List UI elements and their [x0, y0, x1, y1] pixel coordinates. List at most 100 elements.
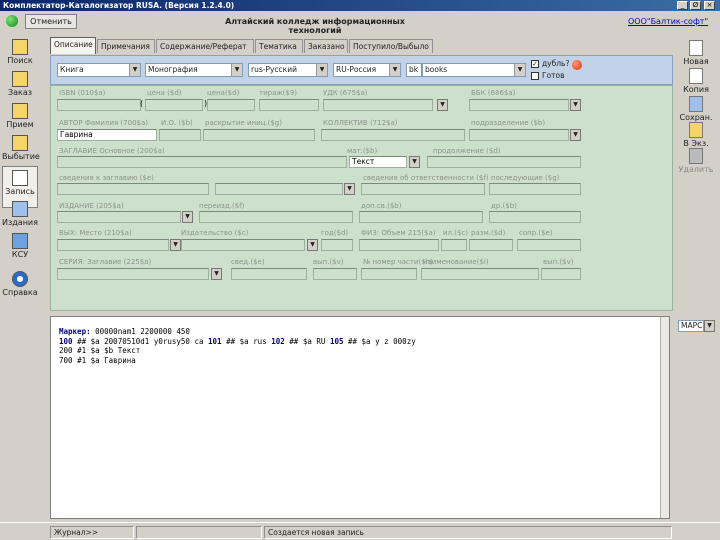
- country-select[interactable]: RU-Россия ▼: [333, 63, 401, 77]
- toolbar-label: Удалить: [678, 165, 714, 174]
- tab-received[interactable]: Поступило/Выбыло: [349, 39, 433, 53]
- vendor-link[interactable]: ООО"Балтик-софт": [628, 17, 708, 26]
- close-button[interactable]: ×: [704, 1, 715, 10]
- marc-scrollbar[interactable]: [660, 317, 669, 518]
- marc-line: 100 ## $a 20070510d1 y0rusy50 ca 101 ## …: [59, 336, 416, 346]
- tab-subjects[interactable]: Тематика: [255, 39, 303, 53]
- reading-field[interactable]: [203, 129, 315, 141]
- series-part-field[interactable]: [361, 268, 417, 280]
- chevron-down-icon[interactable]: ▼: [129, 64, 140, 76]
- folder-receive-icon: [12, 103, 28, 119]
- parallel-dropdown[interactable]: ▼: [344, 183, 355, 195]
- sidebar-item-ksu[interactable]: КСУ: [2, 230, 38, 272]
- pages-label: ФИЗ: Объем 215($a): [361, 229, 436, 237]
- edition-info-label: доп.св.($b): [361, 202, 402, 210]
- title-label: ЗАГЛАВИЕ Основное (200$a): [59, 147, 165, 155]
- udk-dropdown[interactable]: ▼: [437, 99, 448, 111]
- collective-field[interactable]: [321, 129, 465, 141]
- code-value-select[interactable]: books ▼: [422, 63, 526, 77]
- gmd-label: мат.($b): [347, 147, 378, 155]
- cancel-button[interactable]: Отменить: [25, 14, 77, 29]
- subdivision-dropdown[interactable]: ▼: [570, 129, 581, 141]
- series-issn-field[interactable]: [541, 268, 581, 280]
- marc-line: Маркер: 00000nam1 2200000 450: [59, 327, 190, 336]
- series-resp-field[interactable]: [231, 268, 307, 280]
- pages-field[interactable]: [359, 239, 439, 251]
- marc-record-view[interactable]: Маркер: 00000nam1 2200000 450 100 ## $a …: [50, 316, 670, 519]
- bbk-field[interactable]: [469, 99, 569, 111]
- reissue-label: переизд.($f): [199, 202, 245, 210]
- place-field[interactable]: [57, 239, 169, 251]
- print-run-field[interactable]: [259, 99, 319, 111]
- minimize-button[interactable]: _: [677, 1, 688, 10]
- price-label: цена ($d): [147, 89, 182, 97]
- sidebar-item-label: Издания: [2, 218, 38, 227]
- series-field[interactable]: [57, 268, 209, 280]
- initials-field[interactable]: [159, 129, 201, 141]
- log-button[interactable]: Журнал>>: [50, 526, 134, 539]
- chevron-down-icon[interactable]: ▼: [231, 64, 242, 76]
- size-field[interactable]: [469, 239, 513, 251]
- continuation-field[interactable]: [427, 156, 581, 168]
- chevron-down-icon[interactable]: ▼: [704, 320, 715, 332]
- supp-label: сопр.($e): [519, 229, 553, 237]
- level-select[interactable]: Монография ▼: [145, 63, 243, 77]
- subsequent-label: последующие ($g): [491, 174, 560, 182]
- gmd-dropdown[interactable]: ▼: [409, 156, 420, 168]
- publisher-field[interactable]: [181, 239, 305, 251]
- gmd-field[interactable]: Текст: [349, 156, 407, 168]
- edition-dropdown[interactable]: ▼: [182, 211, 193, 223]
- sidebar-item-help[interactable]: Справка: [2, 268, 38, 310]
- author-field[interactable]: Гаврина: [57, 129, 157, 141]
- edition-info-field[interactable]: [359, 211, 483, 223]
- sidebar-item-label: Справка: [2, 288, 38, 297]
- udk-field[interactable]: [323, 99, 433, 111]
- edition-other-label: др.($b): [491, 202, 517, 210]
- maximize-button[interactable]: Ø: [690, 1, 701, 10]
- publisher-dropdown[interactable]: ▼: [307, 239, 318, 251]
- parallel-field-2[interactable]: [215, 183, 343, 195]
- parallel-field[interactable]: [57, 183, 209, 195]
- format-select[interactable]: МАРС: [678, 320, 704, 332]
- edition-other-field[interactable]: [489, 211, 581, 223]
- copy-icon: [689, 68, 703, 84]
- bbk-label: ББК (686$a): [471, 89, 516, 97]
- series-vol-field[interactable]: [313, 268, 357, 280]
- subsequent-field[interactable]: [489, 183, 581, 195]
- series-part-title-field[interactable]: [421, 268, 539, 280]
- doc-type-select[interactable]: Книга ▼: [57, 63, 141, 77]
- series-dropdown[interactable]: ▼: [211, 268, 222, 280]
- duplicate-checkbox[interactable]: ✓: [531, 60, 539, 68]
- parallel-label: сведения к заглавию ($e): [59, 174, 154, 182]
- chevron-down-icon[interactable]: ▼: [514, 64, 525, 76]
- subdivision-field[interactable]: [469, 129, 569, 141]
- year-field[interactable]: [321, 239, 353, 251]
- chevron-down-icon[interactable]: ▼: [316, 64, 327, 76]
- code-field[interactable]: bk: [406, 63, 422, 77]
- series-vol-label: вып.($v): [313, 258, 344, 266]
- isbn-label: ISBN (010$a): [59, 89, 106, 97]
- tab-ordered[interactable]: Заказано: [304, 39, 348, 53]
- reissue-field[interactable]: [199, 211, 353, 223]
- ill-field[interactable]: [441, 239, 467, 251]
- resp-field[interactable]: [361, 183, 485, 195]
- collective-label: КОЛЛЕКТИВ (712$a): [323, 119, 398, 127]
- supp-field[interactable]: [517, 239, 581, 251]
- tab-description[interactable]: Описание: [50, 37, 96, 54]
- isbn-field[interactable]: [57, 99, 141, 111]
- binding-field[interactable]: [207, 99, 255, 111]
- language-value: rus-Русский: [251, 65, 297, 74]
- code-value-text: books: [425, 65, 448, 74]
- bbk-dropdown[interactable]: ▼: [570, 99, 581, 111]
- ready-checkbox[interactable]: [531, 72, 539, 80]
- tab-contents[interactable]: Содержание/Реферат: [156, 39, 254, 53]
- edition-field[interactable]: [57, 211, 181, 223]
- price-field[interactable]: [145, 99, 203, 111]
- delete-button[interactable]: Удалить: [676, 146, 716, 180]
- chevron-down-icon[interactable]: ▼: [389, 64, 400, 76]
- title-field[interactable]: [57, 156, 347, 168]
- language-select[interactable]: rus-Русский ▼: [248, 63, 328, 77]
- level-value: Монография: [148, 65, 198, 74]
- place-dropdown[interactable]: ▼: [170, 239, 181, 251]
- tab-notes[interactable]: Примечания: [97, 39, 155, 53]
